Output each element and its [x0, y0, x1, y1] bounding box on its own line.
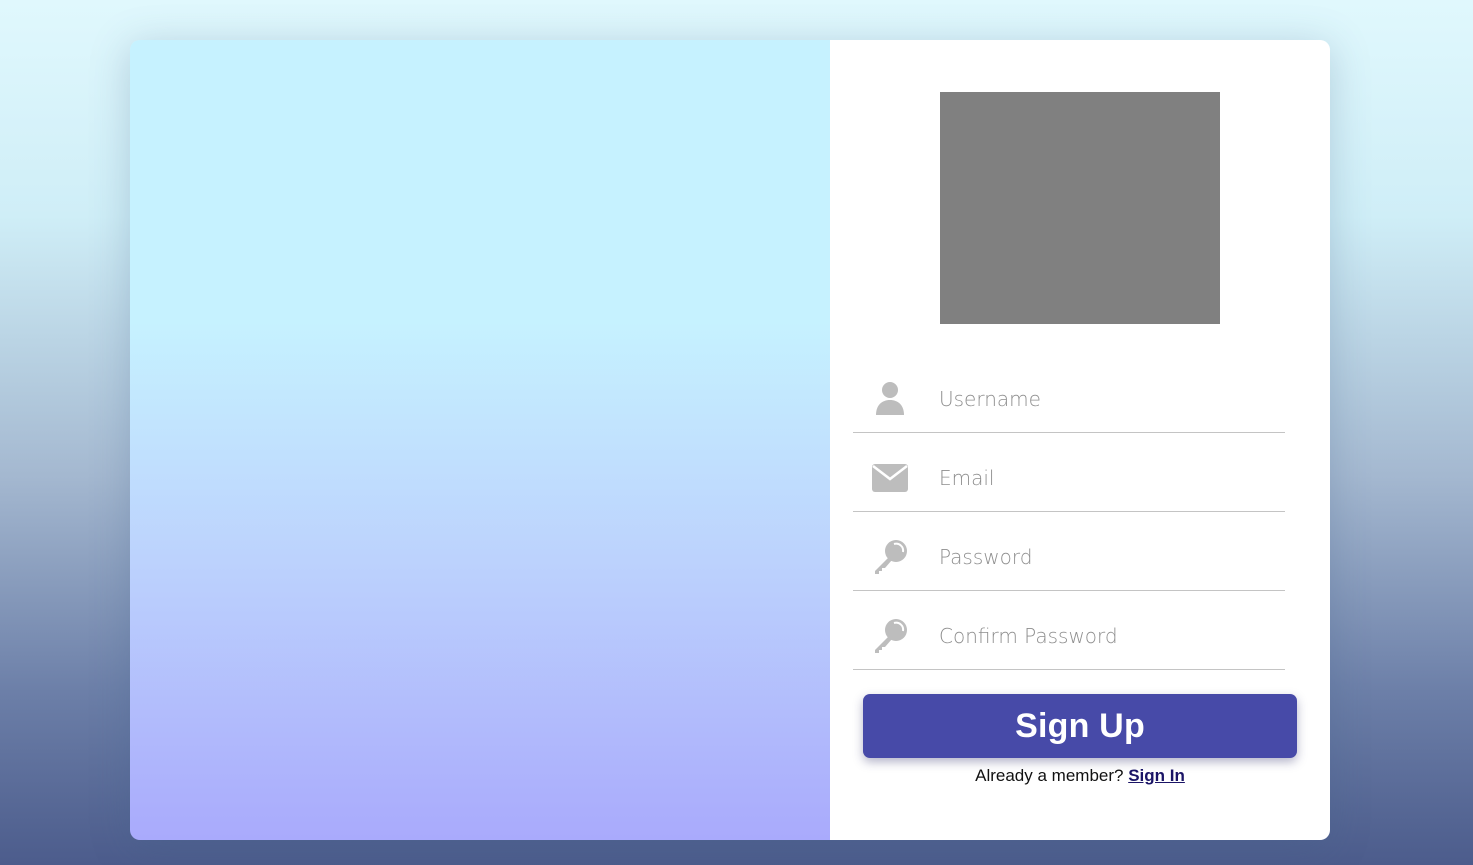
member-prompt-text: Already a member?	[975, 766, 1124, 785]
signup-form-panel: Sign Up Already a member? Sign In	[830, 40, 1330, 840]
logo-image-placeholder	[940, 92, 1220, 324]
user-icon	[871, 380, 909, 418]
password-input[interactable]	[939, 524, 1279, 590]
sign-in-link[interactable]: Sign In	[1128, 766, 1185, 785]
username-field	[853, 366, 1285, 433]
email-field	[853, 445, 1285, 512]
confirm-password-input[interactable]	[939, 603, 1279, 669]
email-input[interactable]	[939, 445, 1279, 511]
gradient-panel	[130, 40, 830, 840]
key-icon	[871, 617, 909, 655]
password-field	[853, 524, 1285, 591]
confirm-password-field	[853, 603, 1285, 670]
envelope-icon	[871, 459, 909, 497]
already-member-line: Already a member? Sign In	[830, 766, 1330, 786]
username-input[interactable]	[939, 366, 1279, 432]
key-icon	[871, 538, 909, 576]
signup-card: Sign Up Already a member? Sign In	[130, 40, 1330, 840]
sign-up-button[interactable]: Sign Up	[863, 694, 1297, 758]
